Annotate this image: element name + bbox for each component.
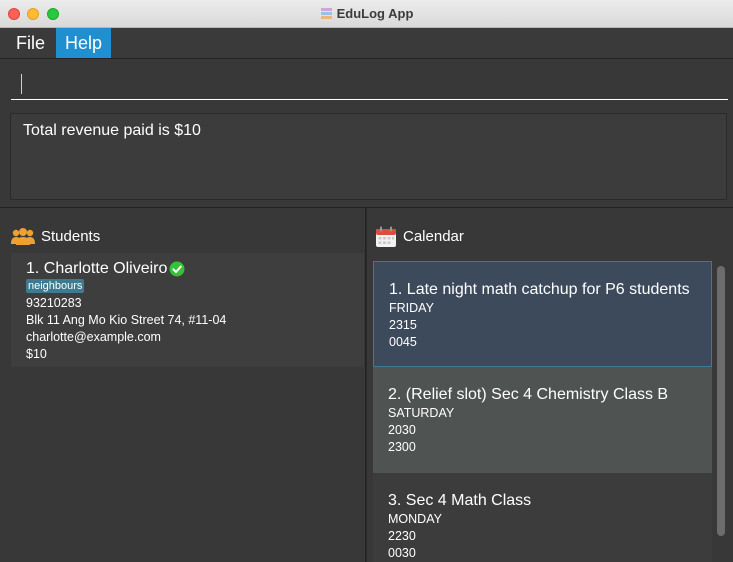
calendar-header: Calendar — [375, 226, 464, 248]
student-phone: 93210283 — [26, 296, 82, 310]
result-text: Total revenue paid is $10 — [23, 122, 201, 139]
lesson-card[interactable]: 1. Late night math catchup for P6 studen… — [373, 261, 712, 367]
calendar-icon — [376, 226, 396, 248]
text-caret — [21, 74, 22, 94]
window-title-text: EduLog App — [336, 6, 414, 21]
calendar-scrollbar[interactable] — [715, 261, 727, 562]
lesson-title: 3. Sec 4 Math Class — [388, 492, 532, 509]
students-title: Students — [41, 228, 101, 245]
lesson-title: 2. (Relief slot) Sec 4 Chemistry Class B — [388, 386, 669, 403]
student-address: Blk 11 Ang Mo Kio Street 74, #11-04 — [26, 313, 227, 327]
lesson-title: 1. Late night math catchup for P6 studen… — [389, 281, 690, 298]
student-list[interactable]: 1. Charlotte Oliveiro neighbours 9321028… — [11, 253, 364, 562]
student-fee: $10 — [26, 347, 47, 361]
student-tag: neighbours — [26, 279, 85, 293]
lesson-card[interactable]: 2. (Relief slot) Sec 4 Chemistry Class B… — [373, 367, 712, 473]
menu-file[interactable]: File — [8, 28, 53, 58]
calendar-scrollbar-thumb[interactable] — [717, 266, 725, 536]
command-input[interactable] — [11, 67, 728, 100]
lesson-start: 2315 — [389, 318, 417, 332]
lesson-end: 0030 — [388, 546, 416, 560]
lesson-day: MONDAY — [388, 512, 442, 526]
command-area — [0, 59, 733, 105]
students-group-icon — [11, 228, 35, 246]
window-title-bar: EduLog App — [0, 0, 733, 28]
lesson-day: SATURDAY — [388, 406, 455, 420]
lesson-end: 0045 — [389, 335, 417, 349]
calendar-panel: Calendar 1. Late night math catchup for … — [367, 208, 733, 562]
paid-check-icon — [169, 261, 185, 277]
menu-help[interactable]: Help — [56, 28, 111, 58]
edulog-app-icon — [320, 8, 332, 19]
lesson-start: 2030 — [388, 423, 416, 437]
student-email: charlotte@example.com — [26, 330, 161, 344]
calendar-title: Calendar — [403, 228, 464, 245]
result-area: Total revenue paid is $10 — [0, 105, 733, 208]
lesson-day: FRIDAY — [389, 301, 434, 315]
menu-bar: File Help — [0, 28, 733, 59]
lesson-card[interactable]: 3. Sec 4 Math Class MONDAY 2230 0030 — [373, 473, 712, 562]
result-display[interactable]: Total revenue paid is $10 — [10, 113, 727, 200]
lesson-end: 2300 — [388, 440, 416, 454]
students-header: Students — [11, 226, 100, 248]
student-card[interactable]: 1. Charlotte Oliveiro neighbours 9321028… — [11, 253, 364, 367]
window-title: EduLog App — [0, 6, 733, 21]
lesson-list[interactable]: 1. Late night math catchup for P6 studen… — [373, 261, 713, 562]
student-name: 1. Charlotte Oliveiro — [26, 260, 168, 277]
lesson-start: 2230 — [388, 529, 416, 543]
students-panel: Students 1. Charlotte Oliveiro neighbour… — [0, 208, 366, 562]
